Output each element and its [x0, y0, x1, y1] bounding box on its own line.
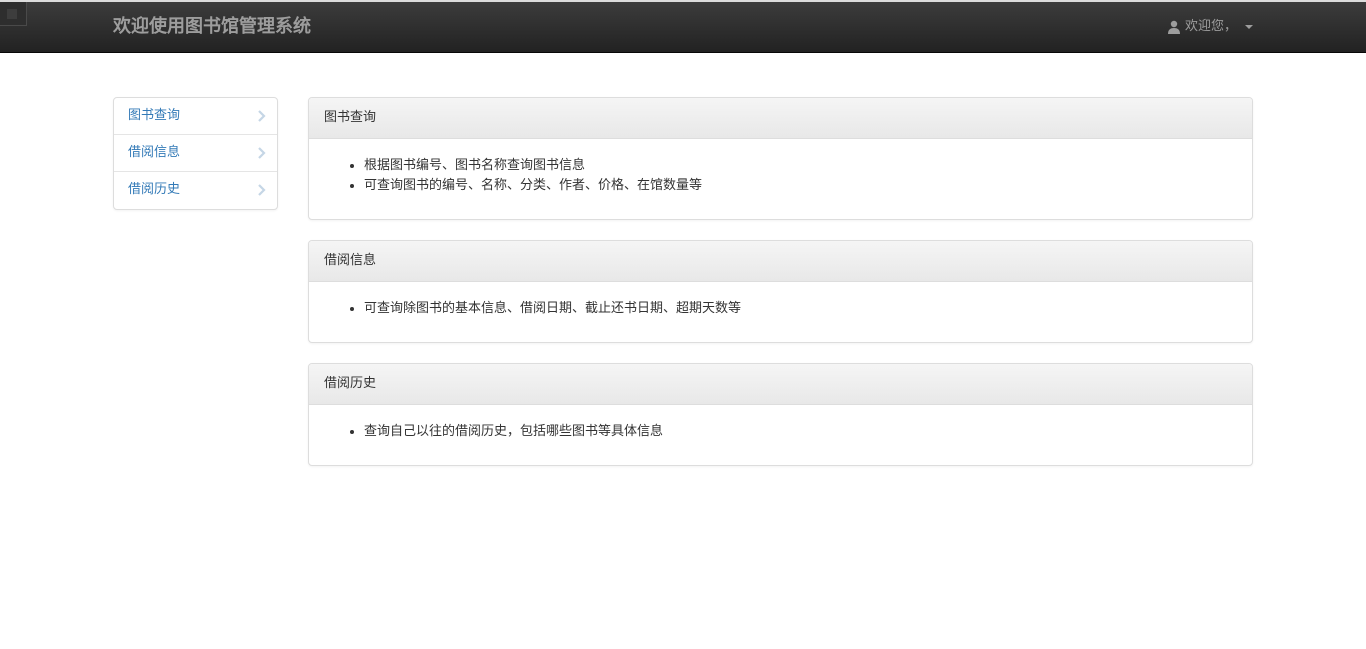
user-greeting: 欢迎您，	[1184, 19, 1237, 34]
sidebar-nav: 图书查询 借阅信息 借阅历史	[113, 97, 278, 210]
user-menu-dropdown[interactable]: 欢迎您，	[1167, 18, 1253, 36]
sidebar-item-book-search[interactable]: 图书查询	[114, 98, 277, 135]
panel-borrow-history: 借阅历史 查询自己以往的借阅历史，包括哪些图书等具体信息	[308, 363, 1253, 466]
feature-list: 根据图书编号、图书名称查询图书信息 可查询图书的编号、名称、分类、作者、价格、在…	[324, 156, 1237, 196]
chevron-right-icon	[258, 147, 266, 159]
panel-borrow-info: 借阅信息 可查询除图书的基本信息、借阅日期、截止还书日期、超期天数等	[308, 240, 1253, 343]
list-item: 根据图书编号、图书名称查询图书信息	[364, 156, 1237, 176]
feature-list: 可查询除图书的基本信息、借阅日期、截止还书日期、超期天数等	[324, 299, 1237, 319]
list-item: 查询自己以往的借阅历史，包括哪些图书等具体信息	[364, 422, 1237, 442]
panel-title: 图书查询	[309, 98, 1252, 139]
sidebar-item-label: 借阅信息	[128, 145, 181, 160]
app-title[interactable]: 欢迎使用图书馆管理系统	[113, 15, 311, 39]
chevron-right-icon	[258, 184, 266, 196]
sidebar-item-borrow-info[interactable]: 借阅信息	[114, 135, 277, 172]
list-item: 可查询图书的编号、名称、分类、作者、价格、在馆数量等	[364, 176, 1237, 196]
panel-body: 查询自己以往的借阅历史，包括哪些图书等具体信息	[309, 405, 1252, 442]
list-item: 可查询除图书的基本信息、借阅日期、截止还书日期、超期天数等	[364, 299, 1237, 319]
panel-book-search: 图书查询 根据图书编号、图书名称查询图书信息 可查询图书的编号、名称、分类、作者…	[308, 97, 1253, 220]
user-icon	[1167, 20, 1180, 34]
caret-down-icon	[1245, 25, 1253, 29]
panel-body: 根据图书编号、图书名称查询图书信息 可查询图书的编号、名称、分类、作者、价格、在…	[309, 139, 1252, 196]
sidebar-item-label: 借阅历史	[128, 182, 181, 197]
panel-title: 借阅历史	[309, 364, 1252, 405]
panel-title: 借阅信息	[309, 241, 1252, 282]
panel-body: 可查询除图书的基本信息、借阅日期、截止还书日期、超期天数等	[309, 282, 1252, 319]
top-navbar: 欢迎使用图书馆管理系统 欢迎您，	[0, 0, 1366, 53]
sidebar-item-borrow-history[interactable]: 借阅历史	[114, 172, 277, 209]
chevron-right-icon	[258, 110, 266, 122]
window-corner	[0, 2, 27, 26]
feature-list: 查询自己以往的借阅历史，包括哪些图书等具体信息	[324, 422, 1237, 442]
sidebar-item-label: 图书查询	[128, 108, 181, 123]
